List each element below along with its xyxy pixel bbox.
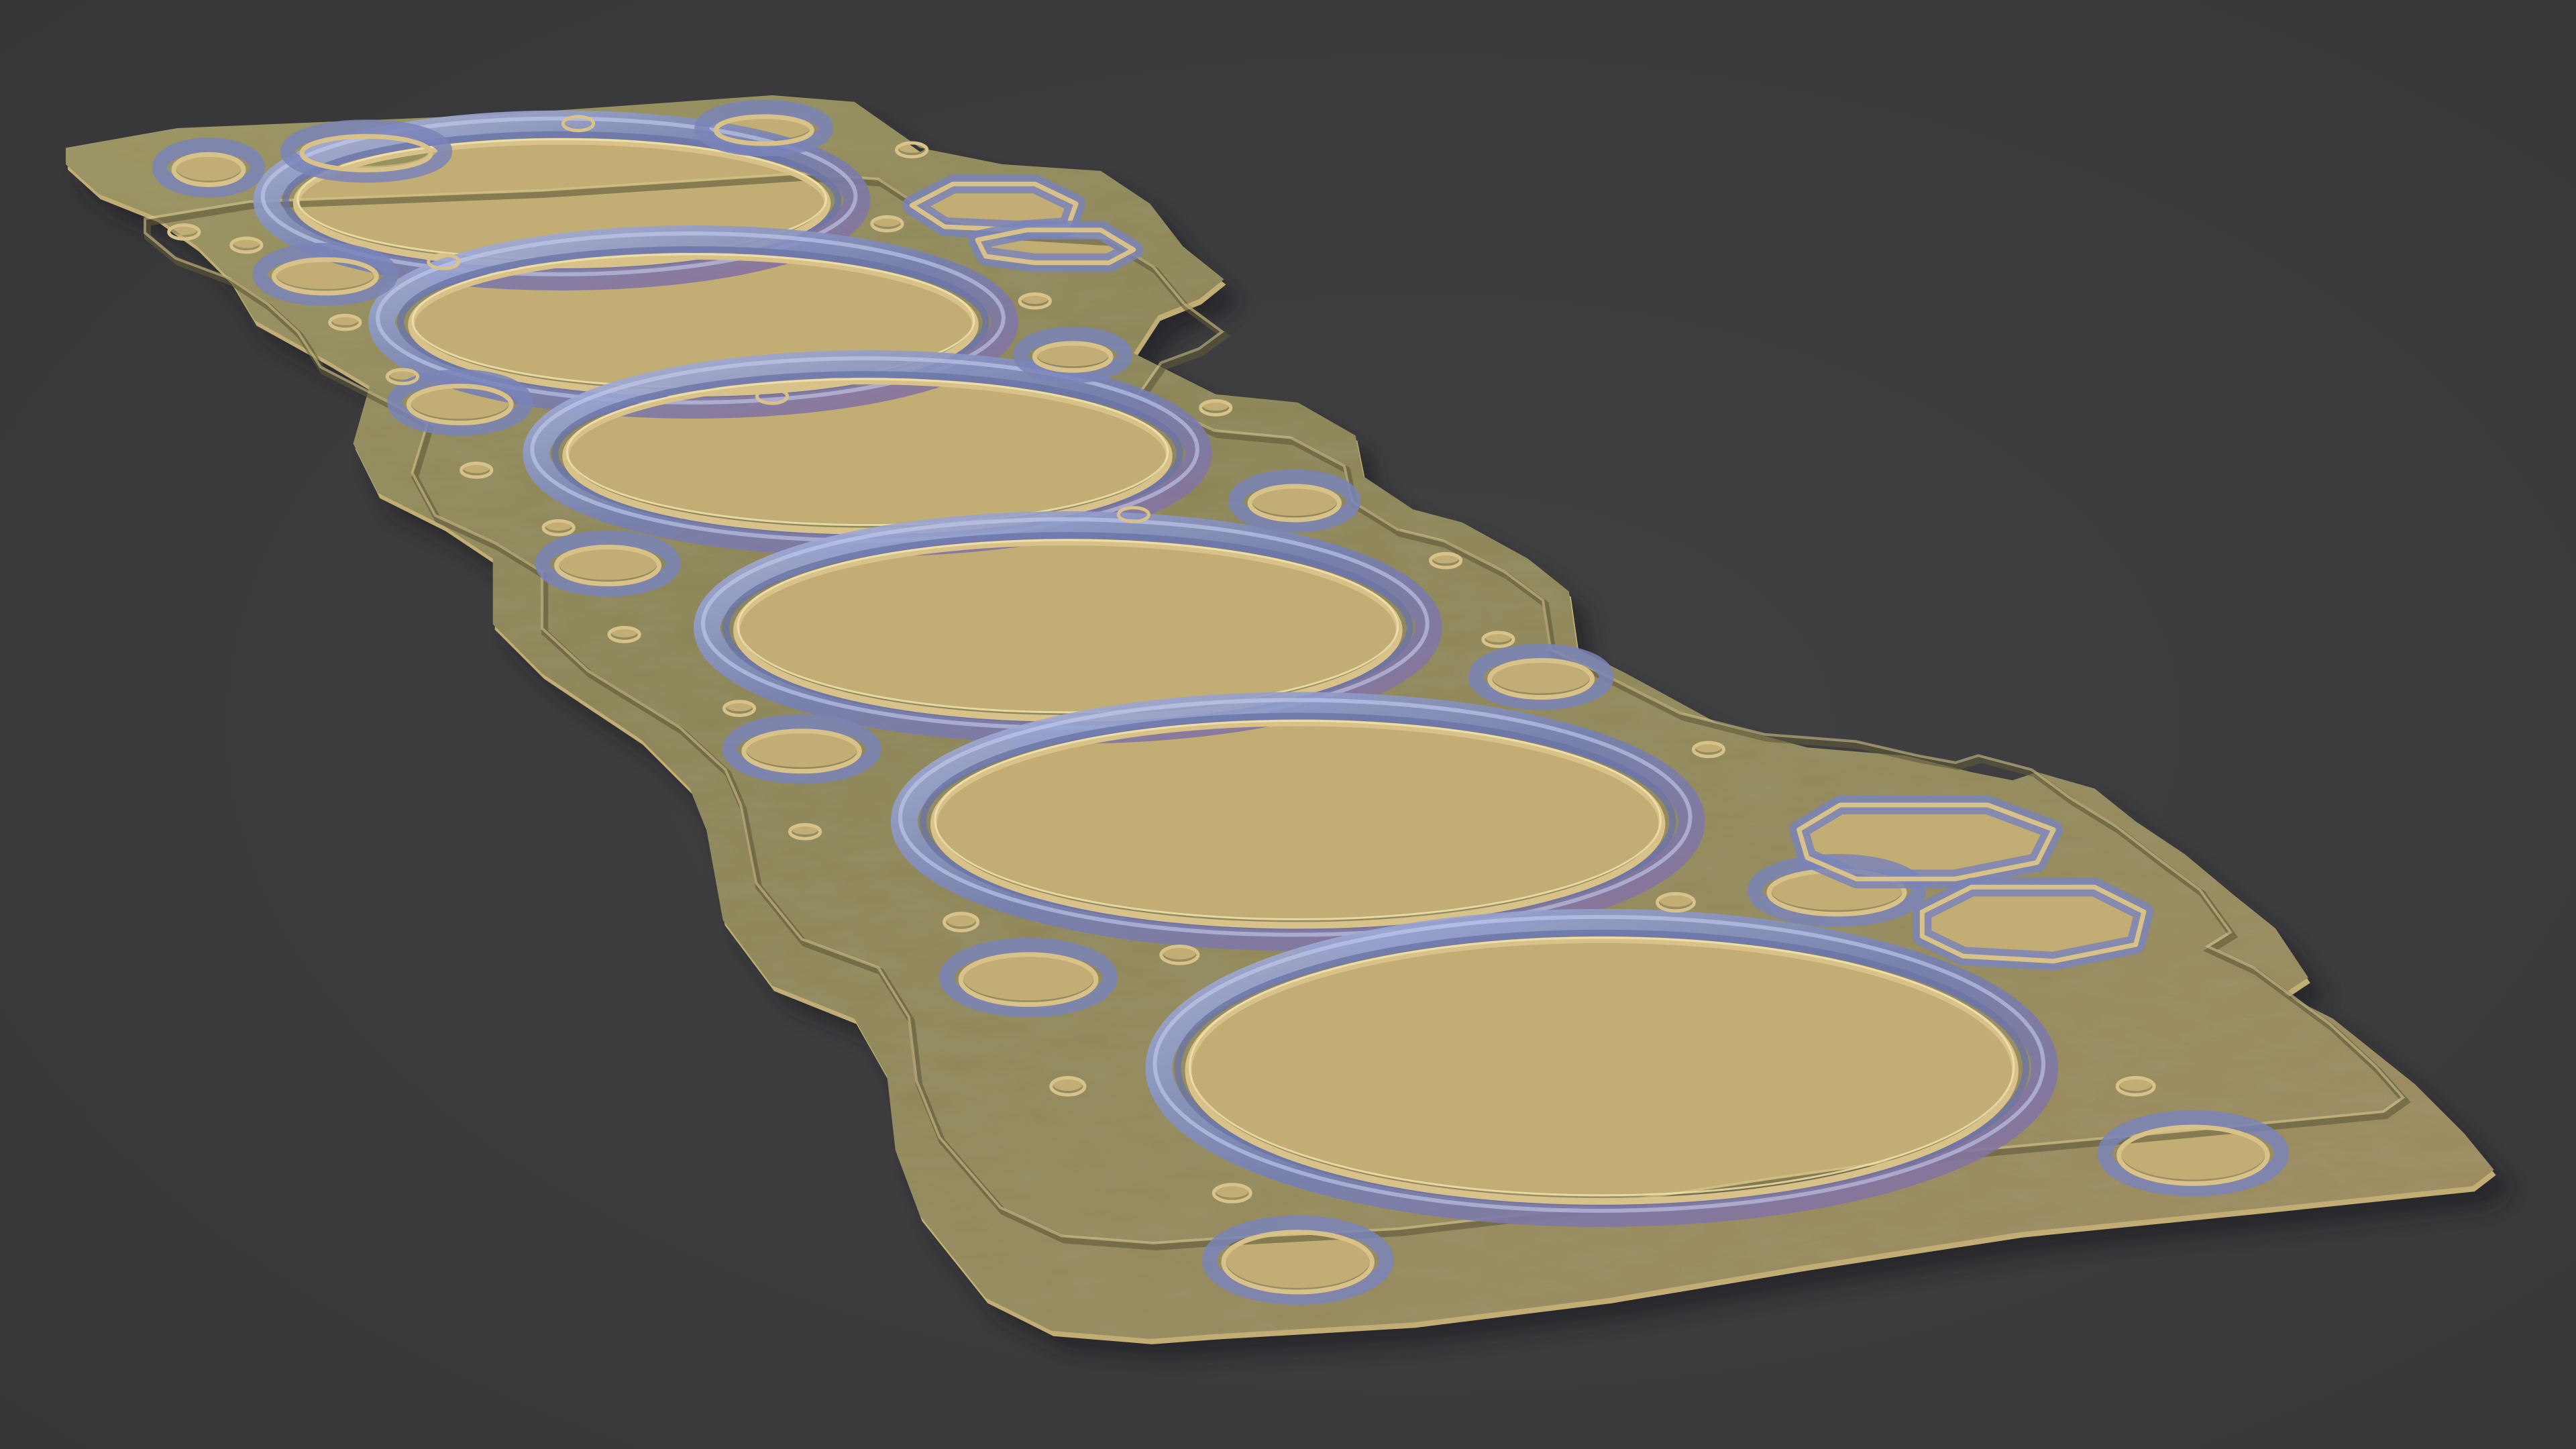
gasket-render <box>0 0 2576 1449</box>
render-scene <box>0 0 2576 1449</box>
